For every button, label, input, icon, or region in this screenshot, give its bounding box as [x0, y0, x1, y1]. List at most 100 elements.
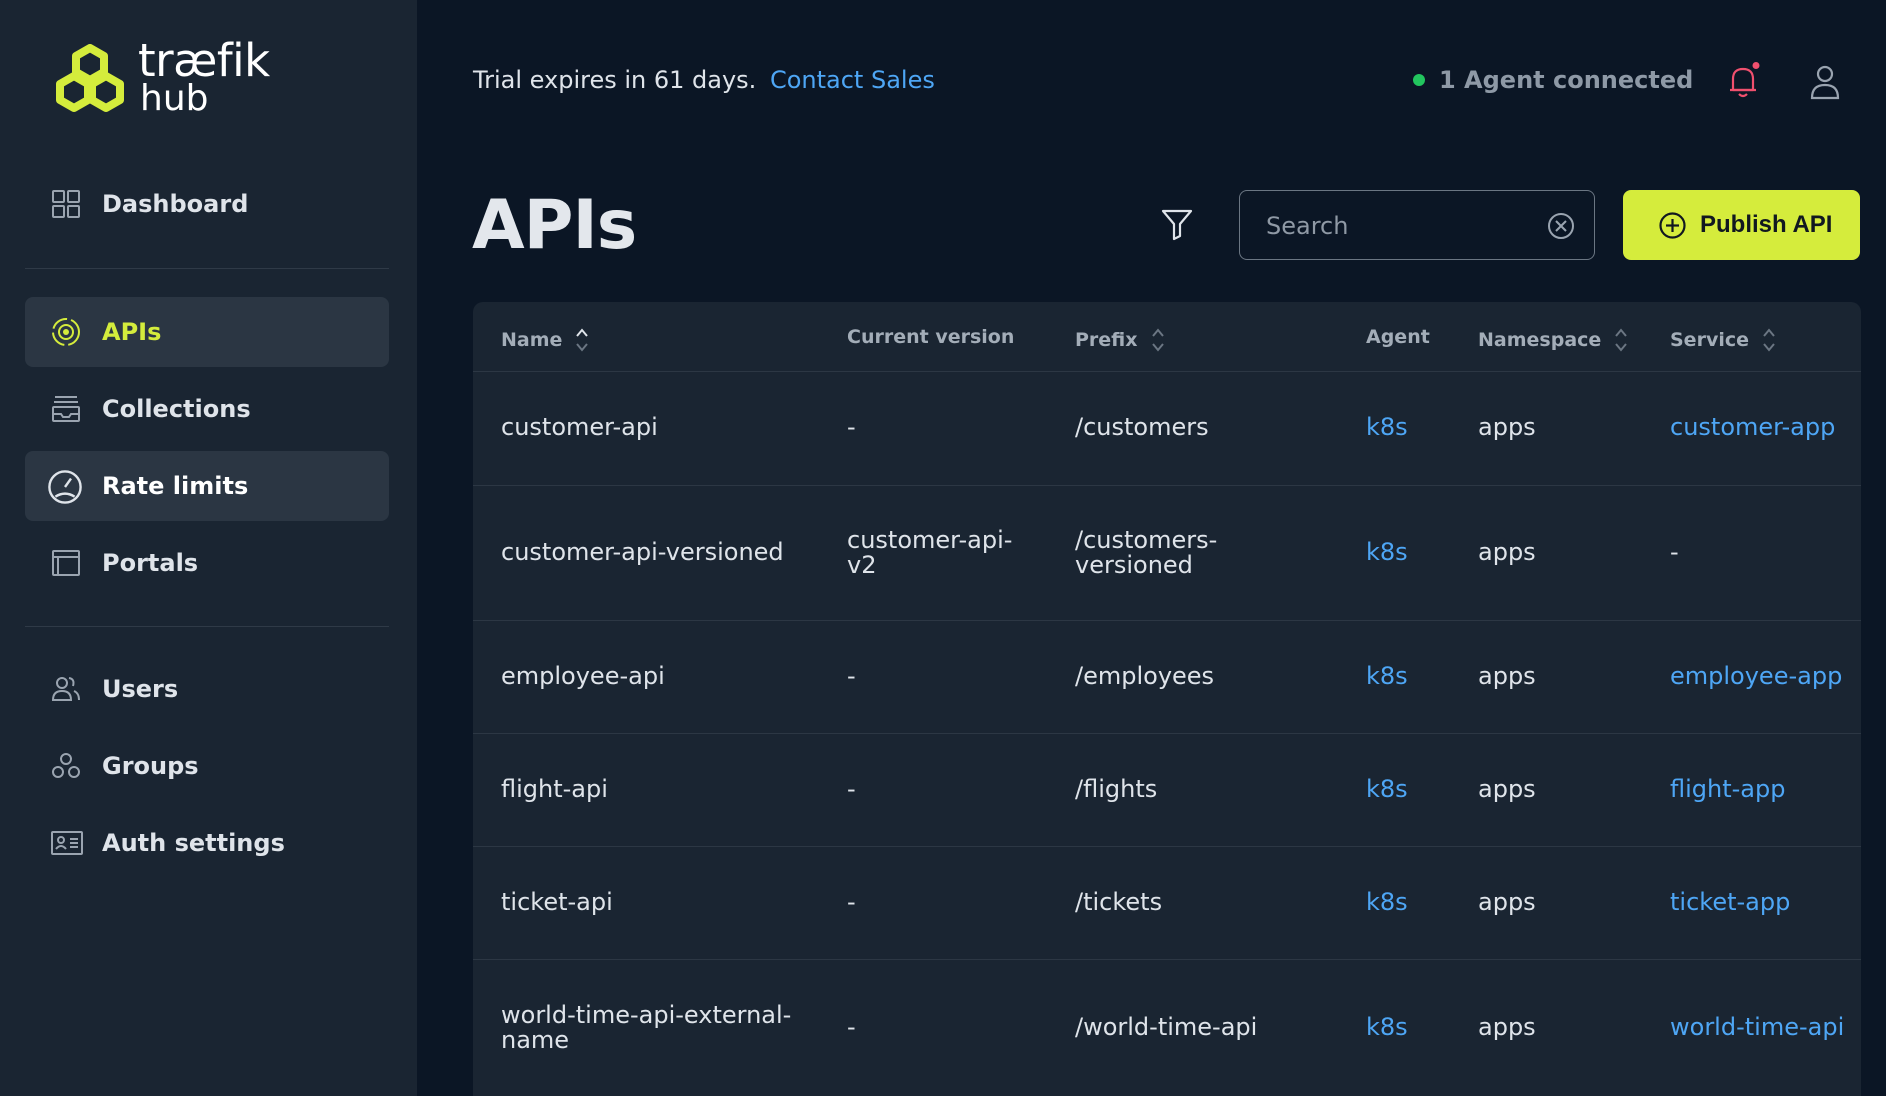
column-label: Prefix [1075, 329, 1138, 351]
service-link[interactable]: flight-app [1670, 777, 1785, 802]
gauge-icon [48, 470, 82, 504]
api-target-icon [52, 318, 80, 346]
sidebar-item-apis[interactable]: APIs [25, 297, 389, 367]
agent-link[interactable]: k8s [1366, 540, 1408, 565]
column-header-namespace[interactable]: Namespace [1478, 326, 1629, 354]
namespace-cell: apps [1478, 662, 1536, 690]
search-box [1239, 190, 1595, 260]
version-cell: customer-api- v2 [847, 526, 1013, 579]
sidebar-item-label: Users [102, 675, 179, 703]
sidebar-item-collections[interactable]: Collections [25, 374, 389, 444]
groups-icon [52, 753, 80, 778]
agent-link[interactable]: k8s [1366, 1015, 1408, 1040]
clear-search-icon[interactable] [1546, 211, 1576, 241]
status-dot-icon [1413, 74, 1425, 86]
table-row[interactable]: world-time-api-external- name - /world-t… [473, 960, 1861, 1096]
agent-link[interactable]: k8s [1366, 890, 1408, 915]
namespace-cell: apps [1478, 888, 1536, 916]
service-cell: - [1670, 538, 1679, 566]
version-cell: - [847, 662, 856, 690]
sidebar-item-portals[interactable]: Portals [25, 528, 389, 598]
service-link[interactable]: world-time-api [1670, 1015, 1844, 1040]
agent-link[interactable]: k8s [1366, 415, 1408, 440]
version-cell: - [847, 413, 856, 441]
service-link[interactable]: customer-app [1670, 415, 1835, 440]
sort-icon [1763, 328, 1775, 352]
sidebar-divider [25, 626, 389, 627]
publish-api-button[interactable]: Publish API [1623, 190, 1860, 260]
sidebar-item-label: APIs [102, 318, 162, 346]
table-row[interactable]: customer-api - /customers k8s apps custo… [473, 373, 1861, 486]
search-input[interactable] [1266, 211, 1526, 241]
users-icon [51, 677, 80, 701]
id-card-icon [51, 831, 83, 855]
notification-bell-icon[interactable] [1727, 62, 1761, 100]
column-header-name[interactable]: Name [501, 326, 590, 354]
column-label: Service [1670, 329, 1749, 351]
sort-ascending-icon [576, 328, 589, 352]
sort-icon [1151, 328, 1164, 352]
prefix-cell: /world-time-api [1075, 1013, 1258, 1041]
api-name-cell: flight-api [501, 775, 608, 803]
prefix-cell: /customers- versioned [1075, 526, 1218, 579]
api-name-cell: employee-api [501, 662, 665, 690]
version-cell: - [847, 888, 856, 916]
publish-api-label: Publish API [1700, 211, 1833, 238]
column-label: Agent [1366, 326, 1430, 348]
grid-icon [52, 190, 80, 218]
table-header: Name Current version Prefix Agent Namesp… [473, 302, 1861, 372]
namespace-cell: apps [1478, 538, 1536, 566]
sidebar-item-label: Rate limits [102, 472, 249, 500]
agent-link[interactable]: k8s [1366, 777, 1408, 802]
sidebar-divider [25, 268, 389, 269]
column-label: Name [501, 329, 563, 351]
version-cell: - [847, 775, 856, 803]
column-header-agent: Agent [1366, 326, 1430, 348]
contact-sales-link[interactable]: Contact Sales [770, 66, 935, 94]
sidebar-item-groups[interactable]: Groups [25, 731, 389, 801]
column-label: Current version [847, 326, 1015, 348]
sidebar-item-label: Dashboard [102, 190, 249, 218]
portal-window-icon [52, 550, 80, 576]
sidebar: træfik hub Dashboard APIs Collections Ra… [0, 0, 417, 1096]
prefix-cell: /tickets [1075, 888, 1163, 916]
agent-link[interactable]: k8s [1366, 664, 1408, 689]
column-label: Namespace [1478, 329, 1602, 351]
sidebar-item-rate-limits[interactable]: Rate limits [25, 451, 389, 521]
prefix-cell: /flights [1075, 775, 1158, 803]
prefix-cell: /customers [1075, 413, 1209, 441]
sidebar-item-label: Portals [102, 549, 199, 577]
sidebar-item-label: Auth settings [102, 829, 285, 857]
version-cell: - [847, 1013, 856, 1041]
apis-table: Name Current version Prefix Agent Namesp… [473, 302, 1861, 1096]
plus-circle-icon [1659, 212, 1686, 239]
table-row[interactable]: ticket-api - /tickets k8s apps ticket-ap… [473, 847, 1861, 960]
column-header-current-version: Current version [847, 326, 1014, 348]
collections-icon [52, 396, 80, 422]
traefik-hub-logo[interactable]: træfik hub [52, 34, 282, 119]
sort-icon [1615, 328, 1628, 352]
filter-icon[interactable] [1160, 207, 1194, 241]
sidebar-item-users[interactable]: Users [25, 654, 389, 724]
namespace-cell: apps [1478, 1013, 1536, 1041]
api-name-cell: ticket-api [501, 888, 613, 916]
table-row[interactable]: employee-api - /employees k8s apps emplo… [473, 621, 1861, 734]
column-header-service[interactable]: Service [1670, 326, 1777, 354]
prefix-cell: /employees [1075, 662, 1215, 690]
sidebar-item-auth-settings[interactable]: Auth settings [25, 808, 389, 878]
service-link[interactable]: employee-app [1670, 664, 1842, 689]
table-row[interactable]: flight-api - /flights k8s apps flight-ap… [473, 734, 1861, 847]
page-title: APIs [472, 186, 637, 265]
sidebar-item-dashboard[interactable]: Dashboard [25, 169, 389, 239]
table-row[interactable]: customer-api-versioned customer-api- v2 … [473, 486, 1861, 621]
api-name-cell: world-time-api-external- name [501, 1001, 792, 1054]
user-profile-icon[interactable] [1809, 64, 1841, 100]
service-link[interactable]: ticket-app [1670, 890, 1790, 915]
sidebar-item-label: Collections [102, 395, 251, 423]
api-name-cell: customer-api [501, 413, 658, 441]
column-header-prefix[interactable]: Prefix [1075, 326, 1166, 354]
namespace-cell: apps [1478, 413, 1536, 441]
hexagon-logo-icon [56, 44, 124, 112]
agent-status-text: 1 Agent connected [1439, 66, 1694, 94]
namespace-cell: apps [1478, 775, 1536, 803]
